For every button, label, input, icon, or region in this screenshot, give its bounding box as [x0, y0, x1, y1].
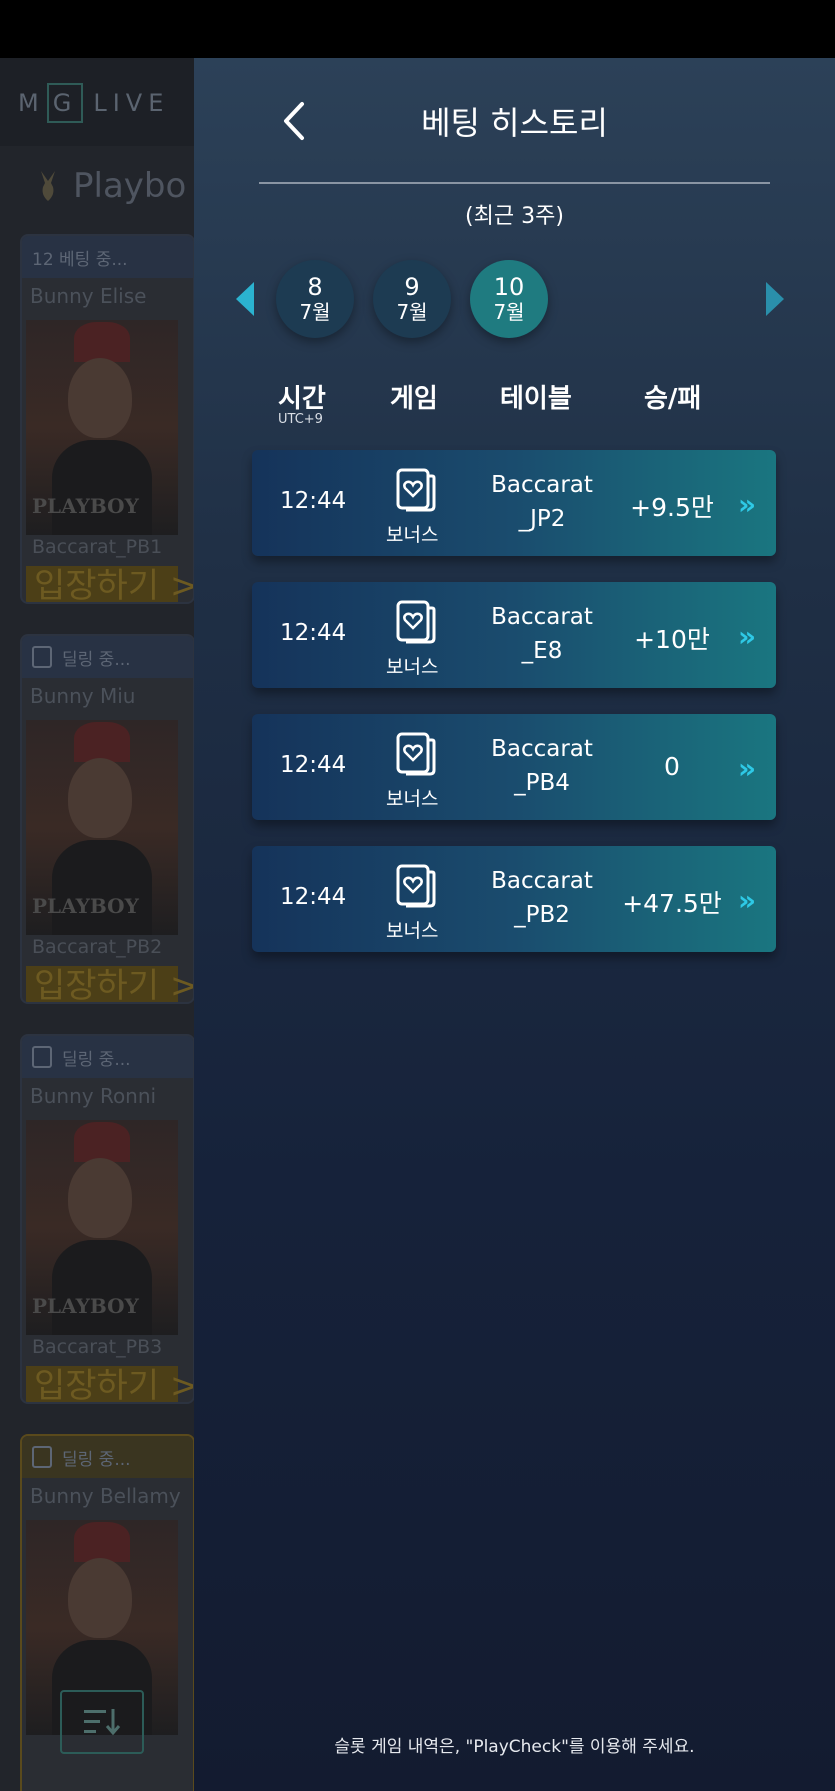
dealer-card: 딜링 중... Bunny Ronni PLAYBOY Baccarat_PB3…: [20, 1034, 195, 1404]
row-table: Baccarat _JP2: [472, 468, 612, 536]
row-table-line1: Baccarat: [491, 604, 593, 630]
bonus-card-icon: [396, 468, 436, 512]
card-icon: [32, 646, 52, 668]
background-app: M G LIVE Playbo 12 베팅 중... Bunny Elise P…: [0, 58, 195, 1791]
bonus-card-icon: [396, 732, 436, 776]
header-result: 승/패: [644, 384, 702, 414]
row-table: Baccarat _PB4: [472, 732, 612, 800]
logo-m: M: [18, 89, 45, 117]
brand-text: PLAYBOY: [32, 894, 139, 918]
chevron-right-icon[interactable]: »: [738, 884, 756, 917]
bonus-card-icon: [396, 864, 436, 908]
date-day: 9: [404, 273, 420, 301]
card-status: 딜링 중...: [62, 1049, 131, 1070]
status-bar: [0, 0, 835, 58]
date-chip-9[interactable]: 9 7월: [373, 260, 451, 338]
row-table-line2: _PB2: [514, 902, 570, 928]
header-table: 테이블: [500, 384, 572, 414]
prev-date-arrow-icon[interactable]: [236, 282, 254, 316]
enter-button: 입장하기 >>: [26, 966, 193, 1002]
card-table-name: Baccarat_PB3: [32, 1336, 163, 1358]
bunny-icon: [41, 171, 55, 201]
row-time: 12:44: [280, 488, 347, 514]
date-month: 7월: [299, 300, 331, 324]
date-month: 7월: [493, 300, 525, 324]
next-date-arrow-icon[interactable]: [766, 282, 784, 316]
chevron-right-icon[interactable]: »: [738, 752, 756, 785]
row-game: 보너스: [386, 788, 439, 810]
header-time: 시간: [278, 384, 326, 414]
card-table-name: Baccarat_PB2: [32, 936, 163, 958]
date-day: 10: [493, 273, 525, 301]
row-table-line2: _JP2: [518, 506, 566, 532]
row-table-line2: _E8: [521, 638, 563, 664]
chevron-right-icon[interactable]: »: [738, 620, 756, 653]
logo-live: LIVE: [93, 89, 170, 117]
card-status: 딜링 중...: [62, 649, 131, 670]
background-header: M G LIVE: [0, 58, 195, 146]
date-selector: 8 7월 9 7월 10 7월: [194, 258, 835, 338]
background-title-text: Playbo: [73, 166, 187, 206]
card-status: 12 베팅 중...: [32, 249, 128, 270]
chevron-right-icon[interactable]: »: [738, 488, 756, 521]
dealer-card: 12 베팅 중... Bunny Elise PLAYBOY Baccarat_…: [20, 234, 195, 604]
dealer-name: Bunny Ronni: [30, 1084, 157, 1108]
row-table: Baccarat _E8: [472, 600, 612, 668]
row-time: 12:44: [280, 620, 347, 646]
column-headers: 시간 UTC+9 게임 테이블 승/패: [194, 378, 835, 438]
row-time: 12:44: [280, 884, 347, 910]
dealer-name: Bunny Miu: [30, 684, 136, 708]
row-result: +9.5만: [630, 493, 714, 522]
title-divider: [259, 182, 770, 184]
dealer-card: 딜링 중... Bunny Miu PLAYBOY Baccarat_PB2 입…: [20, 634, 195, 1004]
sort-icon: [60, 1690, 144, 1754]
row-game: 보너스: [386, 656, 439, 678]
date-month: 7월: [396, 300, 428, 324]
page-title: 베팅 히스토리: [421, 104, 608, 142]
row-table-line2: _PB4: [514, 770, 570, 796]
row-table-line1: Baccarat: [491, 868, 593, 894]
mg-live-logo: M G LIVE: [18, 80, 169, 126]
row-table-line1: Baccarat: [491, 472, 593, 498]
row-time: 12:44: [280, 752, 347, 778]
row-table: Baccarat _PB2: [472, 864, 612, 932]
history-row[interactable]: 12:44 보너스 Baccarat _E8 +10만 »: [252, 582, 776, 688]
brand-text: PLAYBOY: [32, 494, 139, 518]
dealer-name: Bunny Elise: [30, 284, 147, 308]
logo-g: G: [46, 83, 84, 123]
dealer-name: Bunny Bellamy: [30, 1484, 181, 1508]
row-result: +10만: [634, 625, 710, 654]
card-icon: [32, 1046, 52, 1068]
history-row[interactable]: 12:44 보너스 Baccarat _PB2 +47.5만 »: [252, 846, 776, 952]
background-title: Playbo: [35, 166, 186, 206]
row-game: 보너스: [386, 920, 439, 942]
playcheck-note: 슬롯 게임 내역은, "PlayCheck"를 이용해 주세요.: [334, 1737, 695, 1757]
row-result: 0: [664, 752, 680, 781]
bonus-card-icon: [396, 600, 436, 644]
row-game: 보너스: [386, 524, 439, 546]
period-label: (최근 3주): [465, 204, 564, 229]
row-result: +47.5만: [622, 889, 722, 918]
header-game: 게임: [390, 384, 438, 414]
header-time-zone: UTC+9: [278, 412, 323, 427]
date-chip-10[interactable]: 10 7월: [470, 260, 548, 338]
card-status: 딜링 중...: [62, 1449, 131, 1470]
card-icon: [32, 1446, 52, 1468]
sort-lines-icon: [84, 1709, 121, 1736]
betting-history-panel: 베팅 히스토리 (최근 3주) 8 7월 9 7월 10 7월 시간 UTC+9…: [194, 58, 835, 1791]
history-row[interactable]: 12:44 보너스 Baccarat _JP2 +9.5만 »: [252, 450, 776, 556]
card-table-name: Baccarat_PB1: [32, 536, 163, 558]
history-row[interactable]: 12:44 보너스 Baccarat _PB4 0 »: [252, 714, 776, 820]
date-chip-8[interactable]: 8 7월: [276, 260, 354, 338]
brand-text: PLAYBOY: [32, 1294, 139, 1318]
date-day: 8: [307, 273, 323, 301]
enter-button: 입장하기 >>: [26, 566, 193, 602]
enter-button: 입장하기 >>: [26, 1366, 193, 1402]
row-table-line1: Baccarat: [491, 736, 593, 762]
